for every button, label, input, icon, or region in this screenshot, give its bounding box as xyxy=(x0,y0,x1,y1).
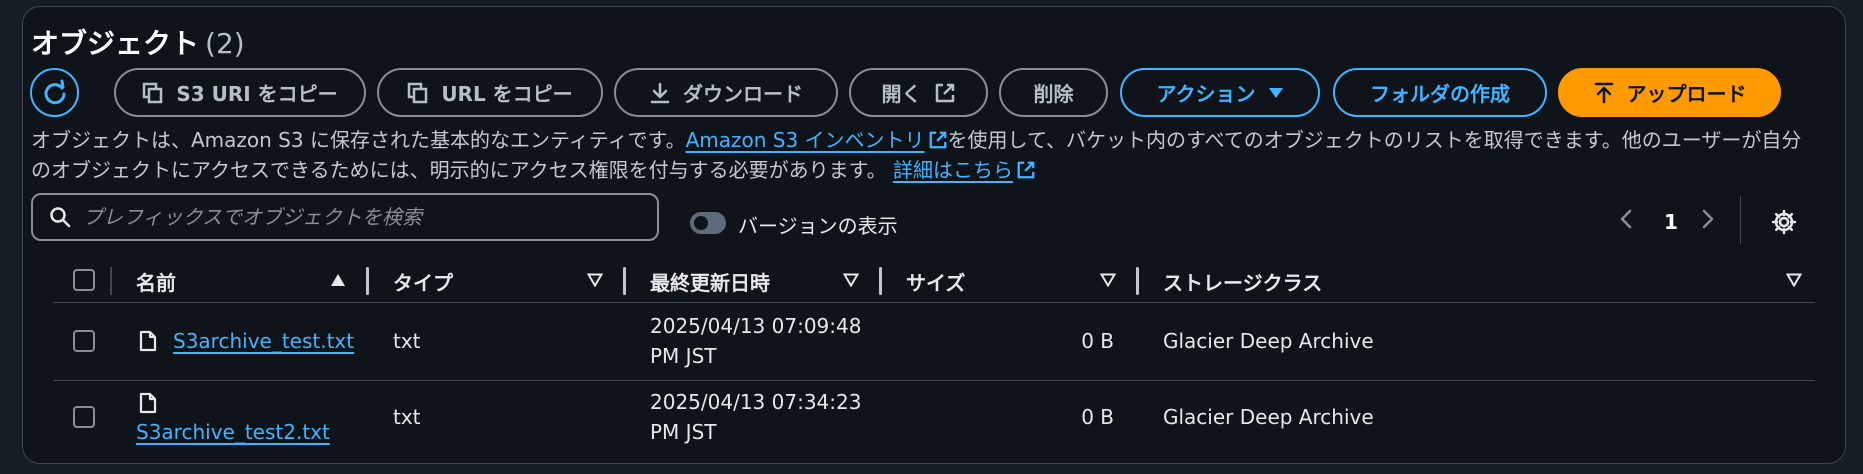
object-size: 0 B xyxy=(1081,329,1114,353)
gear-icon xyxy=(1771,209,1797,235)
object-type: txt xyxy=(393,405,421,429)
search-box[interactable] xyxy=(31,193,659,241)
column-divider xyxy=(110,267,112,295)
copy-icon xyxy=(408,82,428,103)
row-checkbox[interactable] xyxy=(73,406,95,428)
caret-down-icon xyxy=(1268,87,1283,98)
object-name-link[interactable]: S3archive_test.txt xyxy=(173,326,354,356)
details-link[interactable]: 詳細はこちら xyxy=(893,158,1036,182)
download-icon xyxy=(650,82,670,103)
external-link-icon xyxy=(929,131,946,149)
object-modified-timezone: PM JST xyxy=(650,344,717,368)
next-page-button[interactable] xyxy=(1700,208,1716,236)
description-text: オブジェクトは、Amazon S3 に保存された基本的なエンティティです。Ama… xyxy=(31,125,1811,185)
object-storage-class: Glacier Deep Archive xyxy=(1163,329,1374,353)
column-resizer[interactable] xyxy=(1136,267,1139,295)
description-part1: オブジェクトは、Amazon S3 に保存された基本的なエンティティです。 xyxy=(31,128,686,152)
object-count: (2) xyxy=(205,27,245,60)
previous-page-button[interactable] xyxy=(1618,208,1634,236)
sort-icon[interactable] xyxy=(842,272,860,291)
download-button[interactable]: ダウンロード xyxy=(614,68,838,117)
select-all-checkbox[interactable] xyxy=(73,269,95,291)
preferences-button[interactable] xyxy=(1771,209,1797,239)
actions-label: アクション xyxy=(1156,82,1256,106)
open-button[interactable]: 開く xyxy=(849,68,988,117)
inventory-link-label: Amazon S3 インベントリ xyxy=(685,128,925,152)
chevron-right-icon xyxy=(1702,209,1714,229)
row-divider xyxy=(53,380,1815,381)
column-header-last-modified[interactable]: 最終更新日時 xyxy=(650,267,770,296)
delete-button[interactable]: 削除 xyxy=(999,68,1108,117)
copy-s3-uri-label: S3 URI をコピー xyxy=(176,82,338,106)
upload-icon xyxy=(1594,82,1613,103)
copy-url-button[interactable]: URL をコピー xyxy=(377,68,603,117)
show-versions-label: バージョンの表示 xyxy=(738,214,898,238)
external-link-icon xyxy=(1017,161,1035,179)
column-resizer[interactable] xyxy=(879,267,882,295)
column-header-name[interactable]: 名前 xyxy=(136,267,176,296)
download-label: ダウンロード xyxy=(683,82,803,106)
sort-icon[interactable] xyxy=(586,272,604,291)
title-text: オブジェクト xyxy=(31,27,200,60)
refresh-icon xyxy=(44,79,65,104)
column-header-type[interactable]: タイプ xyxy=(393,267,453,296)
upload-label: アップロード xyxy=(1626,82,1747,106)
copy-s3-uri-button[interactable]: S3 URI をコピー xyxy=(114,68,366,117)
create-folder-label: フォルダの作成 xyxy=(1370,82,1510,106)
chevron-left-icon xyxy=(1620,209,1632,229)
external-link-icon xyxy=(935,83,954,102)
current-page-number[interactable]: 1 xyxy=(1664,210,1678,234)
show-versions-toggle[interactable] xyxy=(690,212,726,234)
row-checkbox[interactable] xyxy=(73,330,95,352)
column-resizer[interactable] xyxy=(366,267,369,295)
file-icon xyxy=(139,392,157,414)
actions-dropdown-button[interactable]: アクション xyxy=(1120,68,1320,117)
inventory-link[interactable]: Amazon S3 インベントリ xyxy=(686,128,948,152)
sort-icon[interactable] xyxy=(1785,272,1803,291)
object-modified-date: 2025/04/13 07:34:23 xyxy=(650,390,862,414)
refresh-button[interactable] xyxy=(30,68,79,117)
create-folder-button[interactable]: フォルダの作成 xyxy=(1333,68,1547,117)
object-storage-class: Glacier Deep Archive xyxy=(1163,405,1374,429)
object-modified-timezone: PM JST xyxy=(650,420,717,444)
file-icon xyxy=(139,330,157,352)
column-resizer[interactable] xyxy=(623,267,626,295)
upload-button[interactable]: アップロード xyxy=(1558,68,1781,117)
copy-url-label: URL をコピー xyxy=(441,82,573,106)
page-title: オブジェクト (2) xyxy=(31,22,245,62)
search-input[interactable] xyxy=(83,205,623,229)
column-header-storage-class[interactable]: ストレージクラス xyxy=(1163,267,1322,296)
object-name-link[interactable]: S3archive_test2.txt xyxy=(136,417,330,447)
object-size: 0 B xyxy=(1081,405,1114,429)
object-modified-date: 2025/04/13 07:09:48 xyxy=(650,314,862,338)
column-header-size[interactable]: サイズ xyxy=(906,267,965,296)
search-icon xyxy=(50,207,71,228)
details-link-label: 詳細はこちら xyxy=(892,158,1013,182)
copy-icon xyxy=(143,82,163,103)
delete-label: 削除 xyxy=(1033,82,1074,106)
pager-divider xyxy=(1740,196,1741,244)
object-type: txt xyxy=(393,329,421,353)
open-label: 開く xyxy=(881,82,922,106)
sort-icon[interactable] xyxy=(1099,272,1117,291)
sort-ascending-icon[interactable] xyxy=(330,272,346,291)
header-divider xyxy=(53,302,1815,303)
